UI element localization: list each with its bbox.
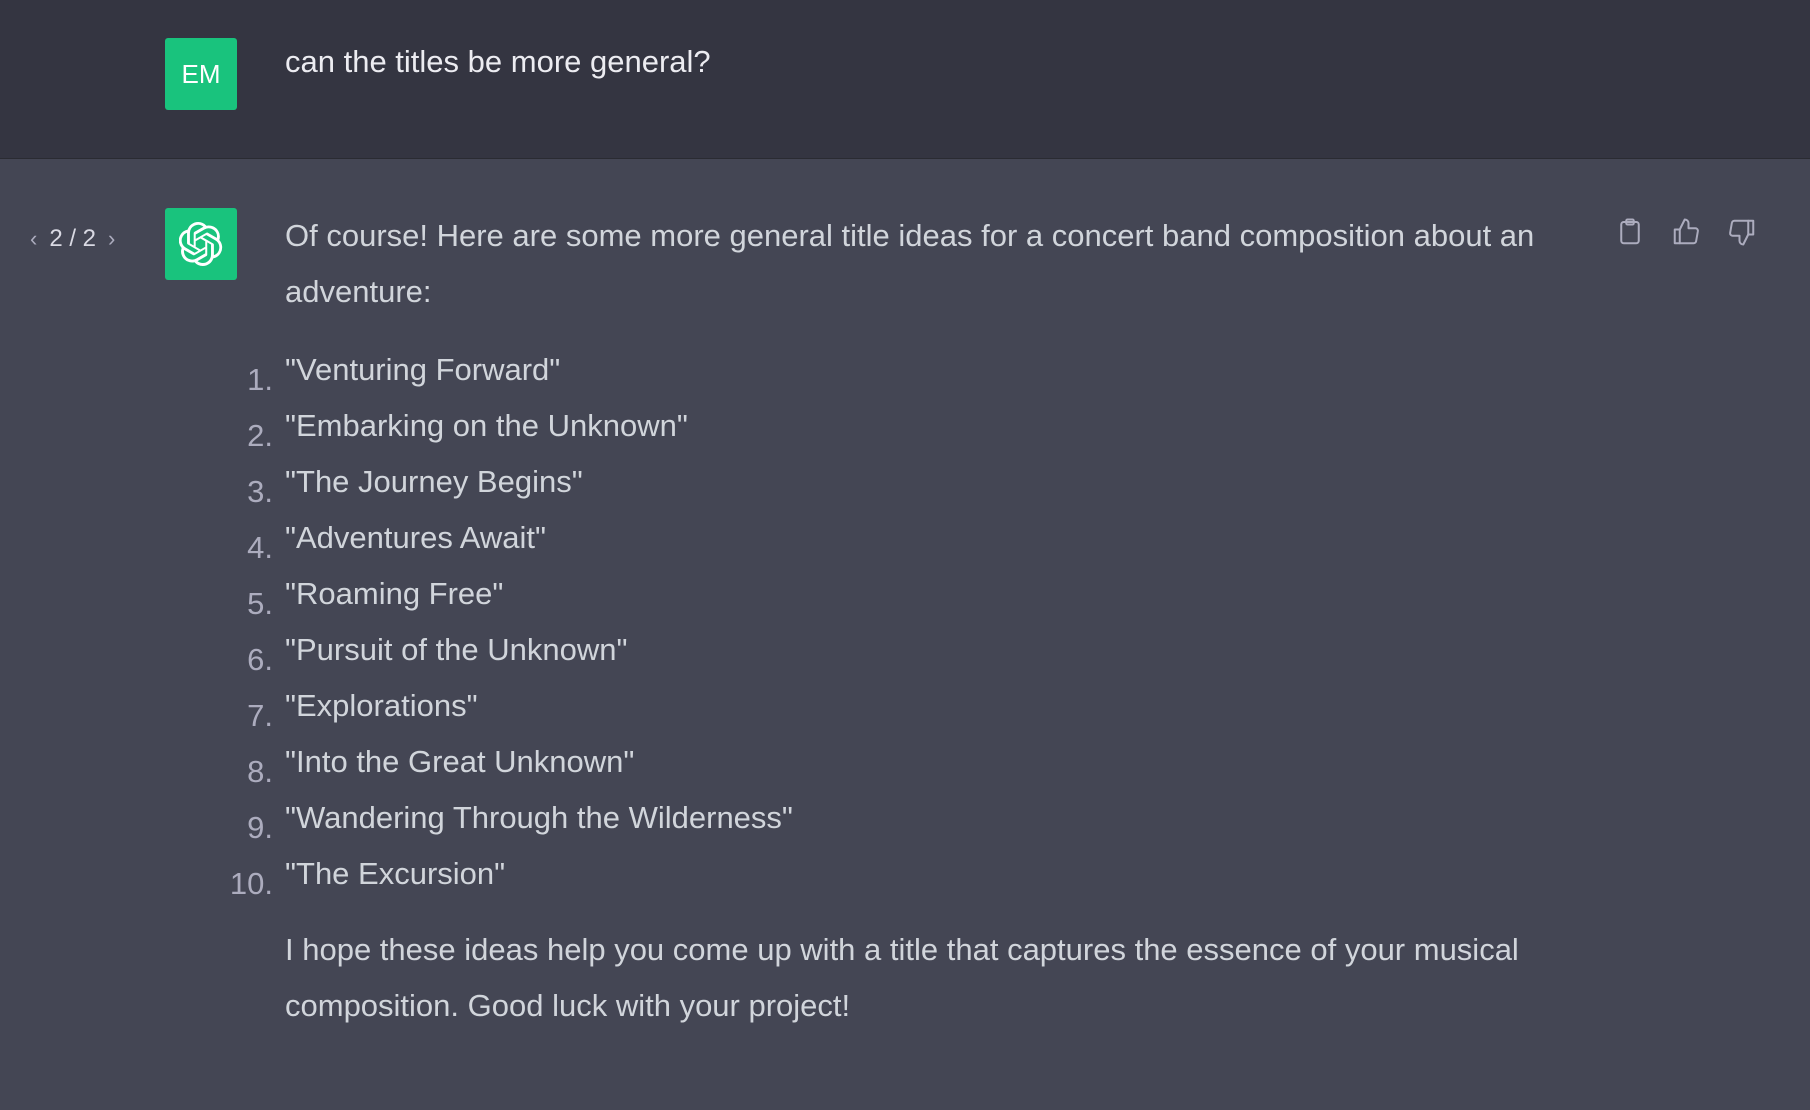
list-item: 10. "The Excursion" bbox=[230, 846, 1585, 902]
assistant-avatar bbox=[165, 208, 237, 280]
list-number: 5. bbox=[247, 586, 273, 621]
list-number: 8. bbox=[247, 754, 273, 789]
list-item: 7. "Explorations" bbox=[247, 678, 1585, 734]
assistant-closing: I hope these ideas help you come up with… bbox=[285, 932, 1519, 1023]
list-item-text: "Explorations" bbox=[285, 688, 478, 723]
list-item-text: "The Excursion" bbox=[285, 856, 506, 891]
list-item-text: "The Journey Begins" bbox=[285, 464, 583, 499]
list-item-text: "Into the Great Unknown" bbox=[285, 744, 635, 779]
list-item: 5. "Roaming Free" bbox=[247, 566, 1585, 622]
list-item-text: "Venturing Forward" bbox=[285, 352, 561, 387]
list-item: 2. "Embarking on the Unknown" bbox=[247, 398, 1585, 454]
list-number: 3. bbox=[247, 474, 273, 509]
list-item: 9. "Wandering Through the Wilderness" bbox=[247, 790, 1585, 846]
list-item-text: "Embarking on the Unknown" bbox=[285, 408, 688, 443]
clipboard-icon[interactable] bbox=[1615, 216, 1645, 248]
user-message-text: can the titles be more general? bbox=[285, 44, 711, 79]
list-number: 9. bbox=[247, 810, 273, 845]
list-number: 7. bbox=[247, 698, 273, 733]
list-number: 2. bbox=[247, 418, 273, 453]
list-item: 3. "The Journey Begins" bbox=[247, 454, 1585, 510]
chevron-left-icon[interactable]: ‹ bbox=[30, 226, 37, 252]
assistant-intro: Of course! Here are some more general ti… bbox=[285, 218, 1535, 309]
list-item-text: "Adventures Await" bbox=[285, 520, 546, 555]
thumbs-down-icon[interactable] bbox=[1727, 216, 1757, 248]
pager-count: 2 / 2 bbox=[49, 225, 97, 252]
title-list: 1. "Venturing Forward" 2. "Embarking on th… bbox=[230, 342, 1585, 902]
user-avatar: EM bbox=[165, 38, 237, 110]
openai-logo-icon bbox=[179, 222, 223, 266]
list-item: 1. "Venturing Forward" bbox=[247, 342, 1585, 398]
response-pager: ‹ 2 / 2 › bbox=[30, 225, 115, 253]
list-item: 8. "Into the Great Unknown" bbox=[247, 734, 1585, 790]
message-actions bbox=[1615, 216, 1757, 248]
list-item: 4. "Adventures Await" bbox=[247, 510, 1585, 566]
list-item: 6. "Pursuit of the Unknown" bbox=[247, 622, 1585, 678]
assistant-message-content: Of course! Here are some more general ti… bbox=[230, 208, 1585, 1034]
user-message-row: EM can the titles be more general? bbox=[0, 0, 1810, 159]
thumbs-up-icon[interactable] bbox=[1671, 216, 1701, 248]
chevron-right-icon[interactable]: › bbox=[108, 226, 115, 252]
list-number: 6. bbox=[247, 642, 273, 677]
list-number: 1. bbox=[247, 362, 273, 397]
list-item-text: "Pursuit of the Unknown" bbox=[285, 632, 628, 667]
list-number: 4. bbox=[247, 530, 273, 565]
list-item-text: "Wandering Through the Wilderness" bbox=[285, 800, 793, 835]
user-avatar-initials: EM bbox=[181, 58, 221, 89]
list-item-text: "Roaming Free" bbox=[285, 576, 504, 611]
list-number: 10. bbox=[229, 866, 273, 901]
